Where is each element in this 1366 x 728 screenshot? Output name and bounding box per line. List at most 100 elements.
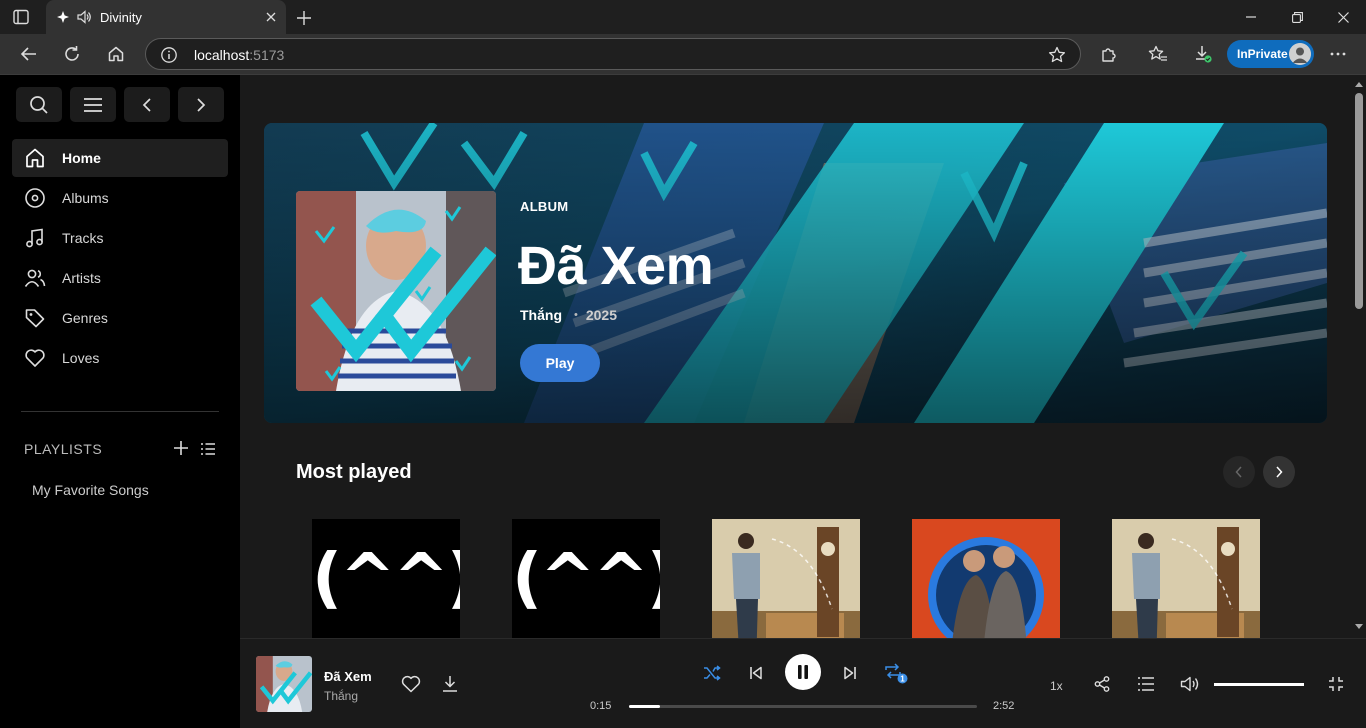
queue-list-icon (1138, 677, 1154, 691)
play-pause-button[interactable] (785, 654, 821, 690)
share-icon (1094, 676, 1110, 692)
album-card[interactable]: (^^) (512, 519, 660, 638)
inprivate-badge[interactable]: InPrivate (1227, 40, 1314, 68)
queue-button[interactable] (1132, 670, 1160, 698)
restore-icon[interactable] (1274, 0, 1320, 34)
extensions-icon[interactable] (1094, 40, 1124, 68)
url-text: localhost:5173 (194, 47, 284, 63)
audio-playing-icon[interactable] (76, 9, 92, 25)
favorite-star-icon[interactable] (1048, 46, 1066, 64)
album-artist-link[interactable]: Thắng (520, 307, 562, 323)
sidebar-item-label: Home (62, 150, 101, 166)
share-button[interactable] (1088, 670, 1116, 698)
progress-bar[interactable] (629, 705, 977, 708)
close-window-icon[interactable] (1320, 0, 1366, 34)
album-card-art (1112, 519, 1260, 638)
menu-button[interactable] (70, 87, 116, 122)
site-info-icon[interactable] (160, 46, 178, 64)
url-host: localhost (194, 47, 250, 63)
minimize-player-icon (1329, 677, 1343, 691)
sidebar-item-genres[interactable]: Genres (12, 299, 228, 337)
now-playing-cover[interactable] (256, 656, 312, 712)
playback-speed-button[interactable]: 1x (1050, 679, 1063, 693)
scroll-down-icon[interactable] (1355, 624, 1363, 630)
playlists-header: PLAYLISTS (24, 441, 103, 457)
repeat-badge: 1 (900, 675, 905, 684)
downloads-icon[interactable] (1188, 40, 1218, 68)
previous-track-button[interactable] (742, 659, 770, 687)
url-port: :5173 (249, 47, 285, 63)
album-card[interactable]: (^^) (312, 519, 460, 638)
sidebar-item-artists[interactable]: Artists (12, 259, 228, 297)
download-track-button[interactable] (436, 670, 464, 698)
hamburger-icon (84, 97, 102, 112)
back-arrow-icon[interactable] (14, 40, 44, 68)
scroll-up-icon[interactable] (1355, 81, 1363, 87)
minimize-icon[interactable] (1228, 0, 1274, 34)
disc-icon (25, 188, 45, 208)
repeat-button[interactable]: 1 (882, 659, 910, 687)
sidebar-item-albums[interactable]: Albums (12, 179, 228, 217)
chevron-left-icon (142, 97, 151, 112)
repeat-one-icon: 1 (885, 663, 908, 684)
nav-forward-button[interactable] (178, 87, 224, 122)
play-album-button[interactable]: Play (520, 344, 600, 382)
album-card-art (912, 519, 1060, 638)
love-track-button[interactable] (397, 670, 425, 698)
album-card-art-text: (^^) (512, 539, 660, 616)
album-year: 2025 (585, 307, 618, 323)
sidebar-item-label: Loves (62, 350, 100, 366)
carousel-prev-button[interactable] (1223, 456, 1255, 488)
playlist-list-view-icon[interactable] (199, 440, 217, 458)
search-button[interactable] (16, 87, 62, 122)
sidebar-item-label: Albums (62, 190, 109, 206)
nav-back-button[interactable] (124, 87, 170, 122)
sidebar-item-home[interactable]: Home (12, 139, 228, 177)
tab-title: Divinity (100, 9, 142, 25)
sidebar-item-tracks[interactable]: Tracks (12, 219, 228, 257)
page-scrollbar[interactable] (1352, 75, 1366, 638)
browser-tab-bar: Divinity (0, 0, 1366, 34)
tab-actions-icon[interactable] (12, 8, 30, 26)
volume-fill (1214, 683, 1304, 686)
playlist-item[interactable]: My Favorite Songs (32, 482, 149, 498)
favorites-icon[interactable] (1143, 40, 1173, 68)
chevron-right-icon (197, 97, 206, 112)
shuffle-button[interactable] (698, 659, 726, 687)
chevron-left-icon (1235, 466, 1242, 478)
music-note-icon (26, 228, 43, 248)
album-meta: Thắng • 2025 (520, 307, 617, 323)
browser-tab[interactable]: Divinity (46, 0, 286, 34)
now-playing-title[interactable]: Đã Xem (324, 669, 372, 684)
volume-slider[interactable] (1214, 683, 1304, 686)
album-card[interactable] (712, 519, 860, 638)
more-options-icon[interactable] (1323, 40, 1353, 68)
fullscreen-button[interactable] (1322, 670, 1350, 698)
album-card-art-text: (^^) (312, 539, 460, 616)
heart-icon (401, 675, 421, 693)
now-playing-artist[interactable]: Thắng (324, 689, 358, 703)
album-card[interactable] (912, 519, 1060, 638)
volume-icon (1180, 676, 1199, 692)
sidebar-item-label: Genres (62, 310, 108, 326)
home-browser-icon[interactable] (101, 40, 131, 68)
album-card[interactable] (1112, 519, 1260, 638)
people-icon (24, 269, 46, 287)
featured-album-banner[interactable]: ALBUM Đã Xem Thắng • 2025 Play (264, 123, 1327, 423)
add-playlist-icon[interactable] (172, 439, 190, 457)
tab-close-icon[interactable] (256, 2, 286, 32)
next-track-button[interactable] (836, 659, 864, 687)
sidebar-item-label: Tracks (62, 230, 104, 246)
skip-previous-icon (750, 666, 762, 680)
scrollbar-thumb[interactable] (1355, 93, 1363, 309)
carousel-next-button[interactable] (1263, 456, 1295, 488)
refresh-icon[interactable] (57, 40, 87, 68)
address-bar[interactable]: localhost:5173 (145, 38, 1081, 70)
album-cover[interactable] (296, 191, 496, 391)
browser-toolbar: localhost:5173 InPrivate (0, 34, 1366, 75)
volume-button[interactable] (1176, 670, 1204, 698)
pause-icon (798, 665, 808, 679)
new-tab-button[interactable] (292, 6, 316, 30)
album-card-art (712, 519, 860, 638)
sidebar-item-loves[interactable]: Loves (12, 339, 228, 377)
